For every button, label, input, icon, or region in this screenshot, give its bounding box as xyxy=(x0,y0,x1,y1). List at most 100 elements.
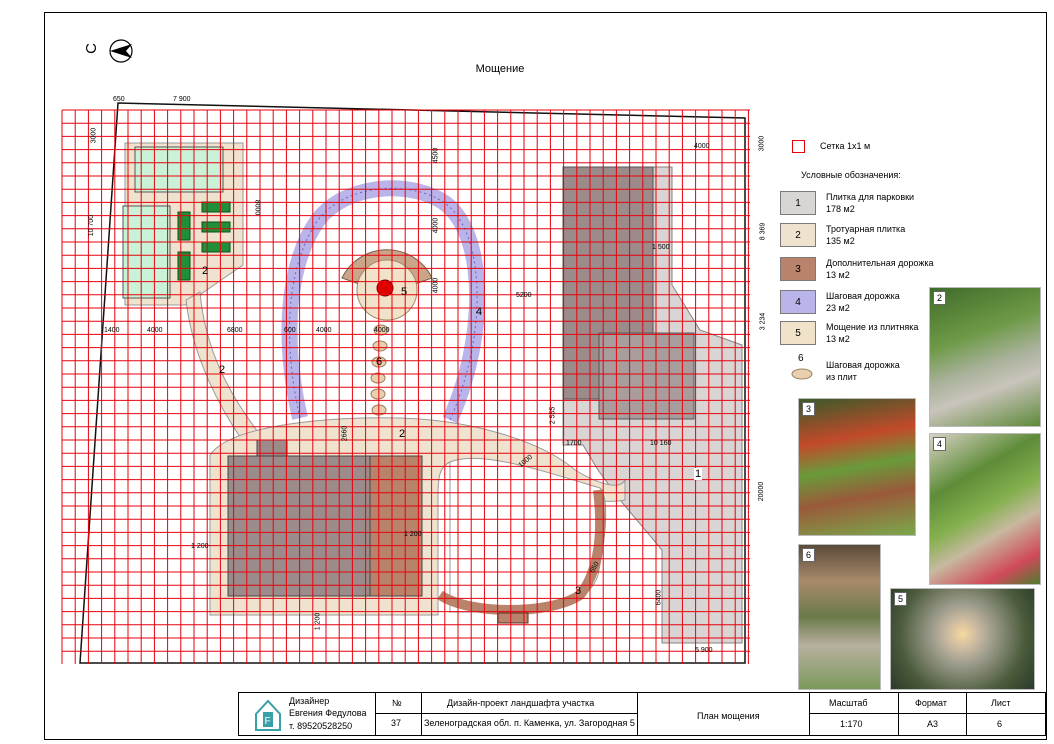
stepping-stone-icon xyxy=(791,368,813,380)
legend-area: 13 м2 xyxy=(826,334,850,344)
dim-5900: 5 900 xyxy=(695,647,713,654)
sheet-name: План мощения xyxy=(697,711,760,721)
dim-2660: 2660 xyxy=(341,425,349,442)
legend-area: 13 м2 xyxy=(826,270,850,280)
legend-item: 1 Плитка для парковки 178 м2 xyxy=(780,191,940,215)
dim-650: 650 xyxy=(113,96,125,103)
format-value: А3 xyxy=(927,719,939,729)
legend-item: 4 Шаговая дорожка 23 м2 xyxy=(780,290,940,314)
dim-6400: 6400 xyxy=(655,589,663,606)
dim-4000d: 4000 xyxy=(432,217,440,234)
dim-10700: 10 700 xyxy=(88,214,96,237)
plan-label-2b: 2 xyxy=(219,364,226,376)
legend-heading: Условные обозначения: xyxy=(801,170,901,180)
legend-label: Шаговая дорожка xyxy=(826,360,900,370)
photo-number: 6 xyxy=(802,548,816,562)
reference-photo-3: 3 xyxy=(798,398,916,536)
dim-5200: 5200 xyxy=(516,292,532,299)
svg-text:F: F xyxy=(265,716,271,727)
dim-4500: 4500 xyxy=(432,147,440,164)
house-extension xyxy=(369,455,423,597)
legend-swatch: 3 xyxy=(780,257,816,281)
legend-num: 6 xyxy=(798,353,804,364)
plan-label-2c: 2 xyxy=(399,428,406,440)
project-header: Дизайн-проект ландшафта участка xyxy=(447,698,595,708)
dim-1500: 1 500 xyxy=(652,244,670,251)
parking-building-lower xyxy=(598,332,695,420)
greenhouse-left xyxy=(122,205,171,299)
legend-area: 23 м2 xyxy=(826,303,850,313)
house-main xyxy=(227,455,371,597)
legend-swatch: 1 xyxy=(780,191,816,215)
title-block: F Дизайнер Евгения Федулова т. 895205282… xyxy=(238,692,1047,736)
format-header: Формат xyxy=(915,698,947,708)
dim-4000e: 4000 xyxy=(432,277,440,294)
bed-2 xyxy=(177,251,191,281)
dim-3234: 3 234 xyxy=(759,312,767,331)
dim-7900: 7 900 xyxy=(173,96,191,103)
legend-grid-label: Сетка 1х1 м xyxy=(820,141,871,151)
dim-4000a: 4000 xyxy=(147,327,163,334)
designer-logo-icon: F xyxy=(255,699,281,731)
greenhouse-top xyxy=(134,146,224,193)
dim-6800: 6800 xyxy=(227,327,243,334)
sheet-header: Лист xyxy=(991,698,1011,708)
dim-600: 600 xyxy=(284,327,296,334)
legend-swatch: 4 xyxy=(780,290,816,314)
designer-phone: т. 89520528250 xyxy=(289,721,353,731)
dim-8369: 8 369 xyxy=(759,222,767,241)
fire-pit-center xyxy=(376,279,394,297)
reference-photo-4: 4 xyxy=(929,433,1041,585)
photo-number: 3 xyxy=(802,402,816,416)
designer-role: Дизайнер xyxy=(289,696,330,706)
plan-label-4: 4 xyxy=(476,306,483,318)
plan-label-1: 1 xyxy=(694,468,703,480)
plan-label-3: 3 xyxy=(575,585,582,597)
dim-1200a: 1 200 xyxy=(191,543,209,550)
legend-swatch: 2 xyxy=(780,223,816,247)
grid-swatch xyxy=(792,140,805,153)
dim-20000: 20000 xyxy=(758,481,766,502)
photo-number: 5 xyxy=(894,592,908,606)
legend-label: Мощение из плитняка xyxy=(826,322,919,332)
number-header: № xyxy=(392,698,402,708)
photo-number: 2 xyxy=(933,291,947,305)
scale-value: 1:170 xyxy=(840,719,863,729)
sheet-value: 6 xyxy=(997,719,1003,729)
legend-area: из плит xyxy=(826,372,857,382)
legend-item: 3 Дополнительная дорожка 13 м2 xyxy=(780,257,940,281)
dim-10160: 10 160 xyxy=(650,440,672,447)
legend-item: 6 Шаговая дорожка из плит xyxy=(780,353,940,382)
plan-label-6: 6 xyxy=(376,356,383,368)
dim-4000f: 4000 xyxy=(694,143,710,150)
dim-4000c: 4000 xyxy=(374,327,390,334)
dim-8000: 8000 xyxy=(253,199,261,216)
dim-1200c: 1 200 xyxy=(314,612,322,631)
number-value: 37 xyxy=(391,718,402,728)
reference-photo-6: 6 xyxy=(798,544,881,690)
extra-path-bench xyxy=(497,612,529,624)
drawing-sheet: Мощение С 1 2 2 2 3 4 5 6 650 7 900 3000… xyxy=(0,0,1054,744)
house-chimney xyxy=(256,439,288,457)
legend-label: Шаговая дорожка xyxy=(826,291,900,301)
legend-item: 5 Мощение из плитняка 13 м2 xyxy=(780,321,940,345)
designer-name: Евгения Федулова xyxy=(289,708,367,718)
dim-4000b: 4000 xyxy=(316,327,332,334)
photo-number: 4 xyxy=(933,437,947,451)
dim-1700: 1700 xyxy=(566,440,582,447)
project-address: Зеленоградская обл. п. Каменка, ул. Заго… xyxy=(424,718,635,728)
legend-area: 178 м2 xyxy=(826,204,855,214)
legend-label: Тротуарная плитка xyxy=(826,224,906,234)
plan-label-2a: 2 xyxy=(202,265,209,277)
scale-header: Масштаб xyxy=(829,698,868,708)
bed-1 xyxy=(177,211,191,241)
dim-3000a: 3000 xyxy=(90,127,98,144)
dim-1200b: 1 200 xyxy=(404,531,422,538)
legend-label: Плитка для парковки xyxy=(826,192,915,202)
bed-3 xyxy=(201,201,231,213)
plan-label-5: 5 xyxy=(401,286,408,298)
reference-photo-2: 2 xyxy=(929,287,1041,427)
reference-photo-5: 5 xyxy=(890,588,1035,690)
bed-5 xyxy=(201,241,231,253)
dim-1400: 1400 xyxy=(104,327,120,334)
